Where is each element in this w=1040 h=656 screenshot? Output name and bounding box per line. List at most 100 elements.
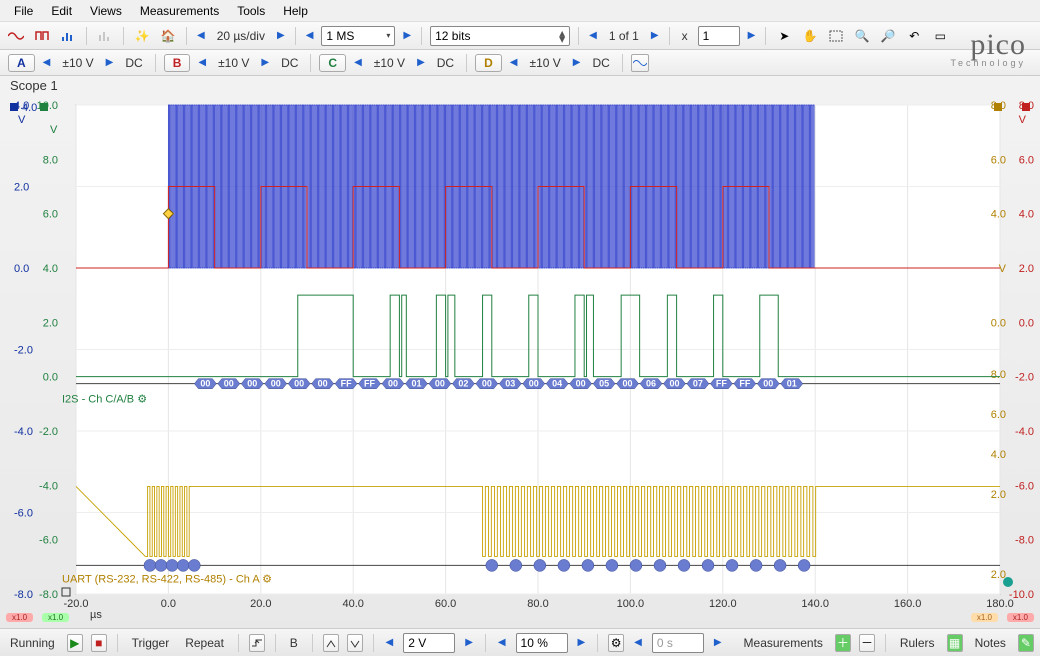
delay-prev[interactable]: ◀ <box>632 637 644 648</box>
pretrig-prev[interactable]: ◀ <box>496 637 508 648</box>
menu-file[interactable]: File <box>6 2 41 20</box>
zoom-x-next-icon[interactable]: ▶ <box>746 30 758 41</box>
bar-alt-icon[interactable] <box>95 26 115 46</box>
ch-B-range-prev[interactable]: ◀ <box>196 57 208 68</box>
samples-select[interactable]: 1 MS▾ <box>321 26 395 46</box>
measurements-button[interactable]: Measurements <box>740 636 827 650</box>
status-running: Running <box>6 636 59 650</box>
notes-icon[interactable]: ✎ <box>1018 634 1034 652</box>
svg-text:-10.0: -10.0 <box>1009 589 1034 601</box>
svg-text:I2S - Ch C/A/B ⚙: I2S - Ch C/A/B ⚙ <box>62 394 147 406</box>
trigger-rise-icon[interactable] <box>323 634 339 652</box>
pretrigger-input[interactable] <box>516 633 568 653</box>
svg-text:8.0: 8.0 <box>991 369 1006 381</box>
timebase-value[interactable]: 20 µs/div <box>213 29 269 43</box>
trigger-adv-icon[interactable]: ⚙ <box>608 634 624 652</box>
ch-A-coupling[interactable]: DC <box>121 56 146 70</box>
trigger-level-input[interactable] <box>403 633 455 653</box>
zoom-out-icon[interactable]: 🔎 <box>878 26 898 46</box>
undo-zoom-icon[interactable]: ↶ <box>904 26 924 46</box>
svg-text:4.0: 4.0 <box>22 102 37 114</box>
zoom-select-icon[interactable] <box>826 26 846 46</box>
ch-A-range-next[interactable]: ▶ <box>104 57 116 68</box>
svg-text:20.0: 20.0 <box>250 598 271 610</box>
svg-text:2.0: 2.0 <box>1019 263 1034 275</box>
zoom-fit-icon[interactable]: ▭ <box>930 26 950 46</box>
pointer-icon[interactable]: ➤ <box>774 26 794 46</box>
page-prev-icon[interactable]: ◀ <box>587 30 599 41</box>
level-prev[interactable]: ◀ <box>384 637 396 648</box>
ch-C-range[interactable]: ±10 V <box>370 56 409 70</box>
wand-icon[interactable]: ✨ <box>132 26 152 46</box>
trigger-fall-icon[interactable] <box>347 634 363 652</box>
level-next[interactable]: ▶ <box>463 637 475 648</box>
svg-text:00: 00 <box>623 379 633 389</box>
menu-tools[interactable]: Tools <box>229 2 273 20</box>
zoom-x-input[interactable] <box>698 26 740 46</box>
ch-D-range-next[interactable]: ▶ <box>571 57 583 68</box>
rulers-icon[interactable]: ▦ <box>947 634 963 652</box>
trigger-label[interactable]: Trigger <box>128 636 174 650</box>
svg-text:01: 01 <box>787 379 797 389</box>
svg-text:µs: µs <box>90 609 102 621</box>
menu-measurements[interactable]: Measurements <box>132 2 227 20</box>
svg-text:120.0: 120.0 <box>709 598 737 610</box>
trigger-edge-icon[interactable] <box>249 634 265 652</box>
channel-B-button[interactable]: B <box>164 54 191 72</box>
home-icon[interactable]: 🏠 <box>158 26 178 46</box>
zoom-in-icon[interactable]: 🔍 <box>852 26 872 46</box>
svg-text:00: 00 <box>224 379 234 389</box>
zoom-tag-right2: x1.0 <box>971 613 998 622</box>
svg-text:2.0: 2.0 <box>43 317 58 329</box>
ch-D-range-prev[interactable]: ◀ <box>508 57 520 68</box>
svg-text:8.0: 8.0 <box>43 154 58 166</box>
svg-text:80.0: 80.0 <box>527 598 548 610</box>
delay-next[interactable]: ▶ <box>712 637 724 648</box>
ch-B-range[interactable]: ±10 V <box>214 56 253 70</box>
ch-C-range-prev[interactable]: ◀ <box>352 57 364 68</box>
svg-text:00: 00 <box>200 379 210 389</box>
persistence-mode-icon[interactable] <box>32 26 52 46</box>
samples-next-icon[interactable]: ▶ <box>401 30 413 41</box>
stop-button[interactable]: ■ <box>91 634 107 652</box>
ch-A-range-prev[interactable]: ◀ <box>41 57 53 68</box>
siggen-icon[interactable] <box>631 54 649 72</box>
ch-D-range[interactable]: ±10 V <box>525 56 564 70</box>
menu-help[interactable]: Help <box>275 2 316 20</box>
page-next-icon[interactable]: ▶ <box>649 30 661 41</box>
scope-mode-icon[interactable] <box>6 26 26 46</box>
timebase-prev-icon[interactable]: ◀ <box>195 30 207 41</box>
measurements-remove-icon[interactable]: － <box>859 634 875 652</box>
ch-A-range[interactable]: ±10 V <box>58 56 97 70</box>
channel-C-button[interactable]: C <box>319 54 346 72</box>
hand-icon[interactable]: ✋ <box>800 26 820 46</box>
page-indicator: 1 of 1 <box>605 29 643 43</box>
run-button[interactable]: ▶ <box>67 634 83 652</box>
svg-text:00: 00 <box>318 379 328 389</box>
trigger-channel[interactable]: B <box>286 636 302 650</box>
samples-prev-icon[interactable]: ◀ <box>304 30 316 41</box>
menu-views[interactable]: Views <box>82 2 130 20</box>
pretrig-next[interactable]: ▶ <box>576 637 588 648</box>
svg-text:V: V <box>50 124 58 136</box>
ch-B-range-next[interactable]: ▶ <box>259 57 271 68</box>
bits-select[interactable]: 12 bits▴▾ <box>430 26 570 46</box>
ch-C-range-next[interactable]: ▶ <box>415 57 427 68</box>
timebase-next-icon[interactable]: ▶ <box>275 30 287 41</box>
ch-B-coupling[interactable]: DC <box>277 56 302 70</box>
ch-C-coupling[interactable]: DC <box>433 56 458 70</box>
svg-text:00: 00 <box>576 379 586 389</box>
svg-text:UART (RS-232, RS-422, RS-485): UART (RS-232, RS-422, RS-485) - Ch A ⚙ <box>62 573 272 585</box>
notes-button[interactable]: Notes <box>971 636 1010 650</box>
repeat-label[interactable]: Repeat <box>181 636 228 650</box>
ch-D-coupling[interactable]: DC <box>588 56 613 70</box>
measurements-add-icon[interactable]: ＋ <box>835 634 851 652</box>
rulers-button[interactable]: Rulers <box>896 636 939 650</box>
zoom-tag-left2: x1.0 <box>42 613 69 622</box>
svg-text:-20.0: -20.0 <box>63 598 88 610</box>
channel-D-button[interactable]: D <box>475 54 502 72</box>
channel-A-button[interactable]: A <box>8 54 35 72</box>
spectrum-mode-icon[interactable] <box>58 26 78 46</box>
scope-plot[interactable]: -20.00.020.040.060.080.0100.0120.0140.01… <box>0 99 1040 624</box>
menu-edit[interactable]: Edit <box>43 2 80 20</box>
